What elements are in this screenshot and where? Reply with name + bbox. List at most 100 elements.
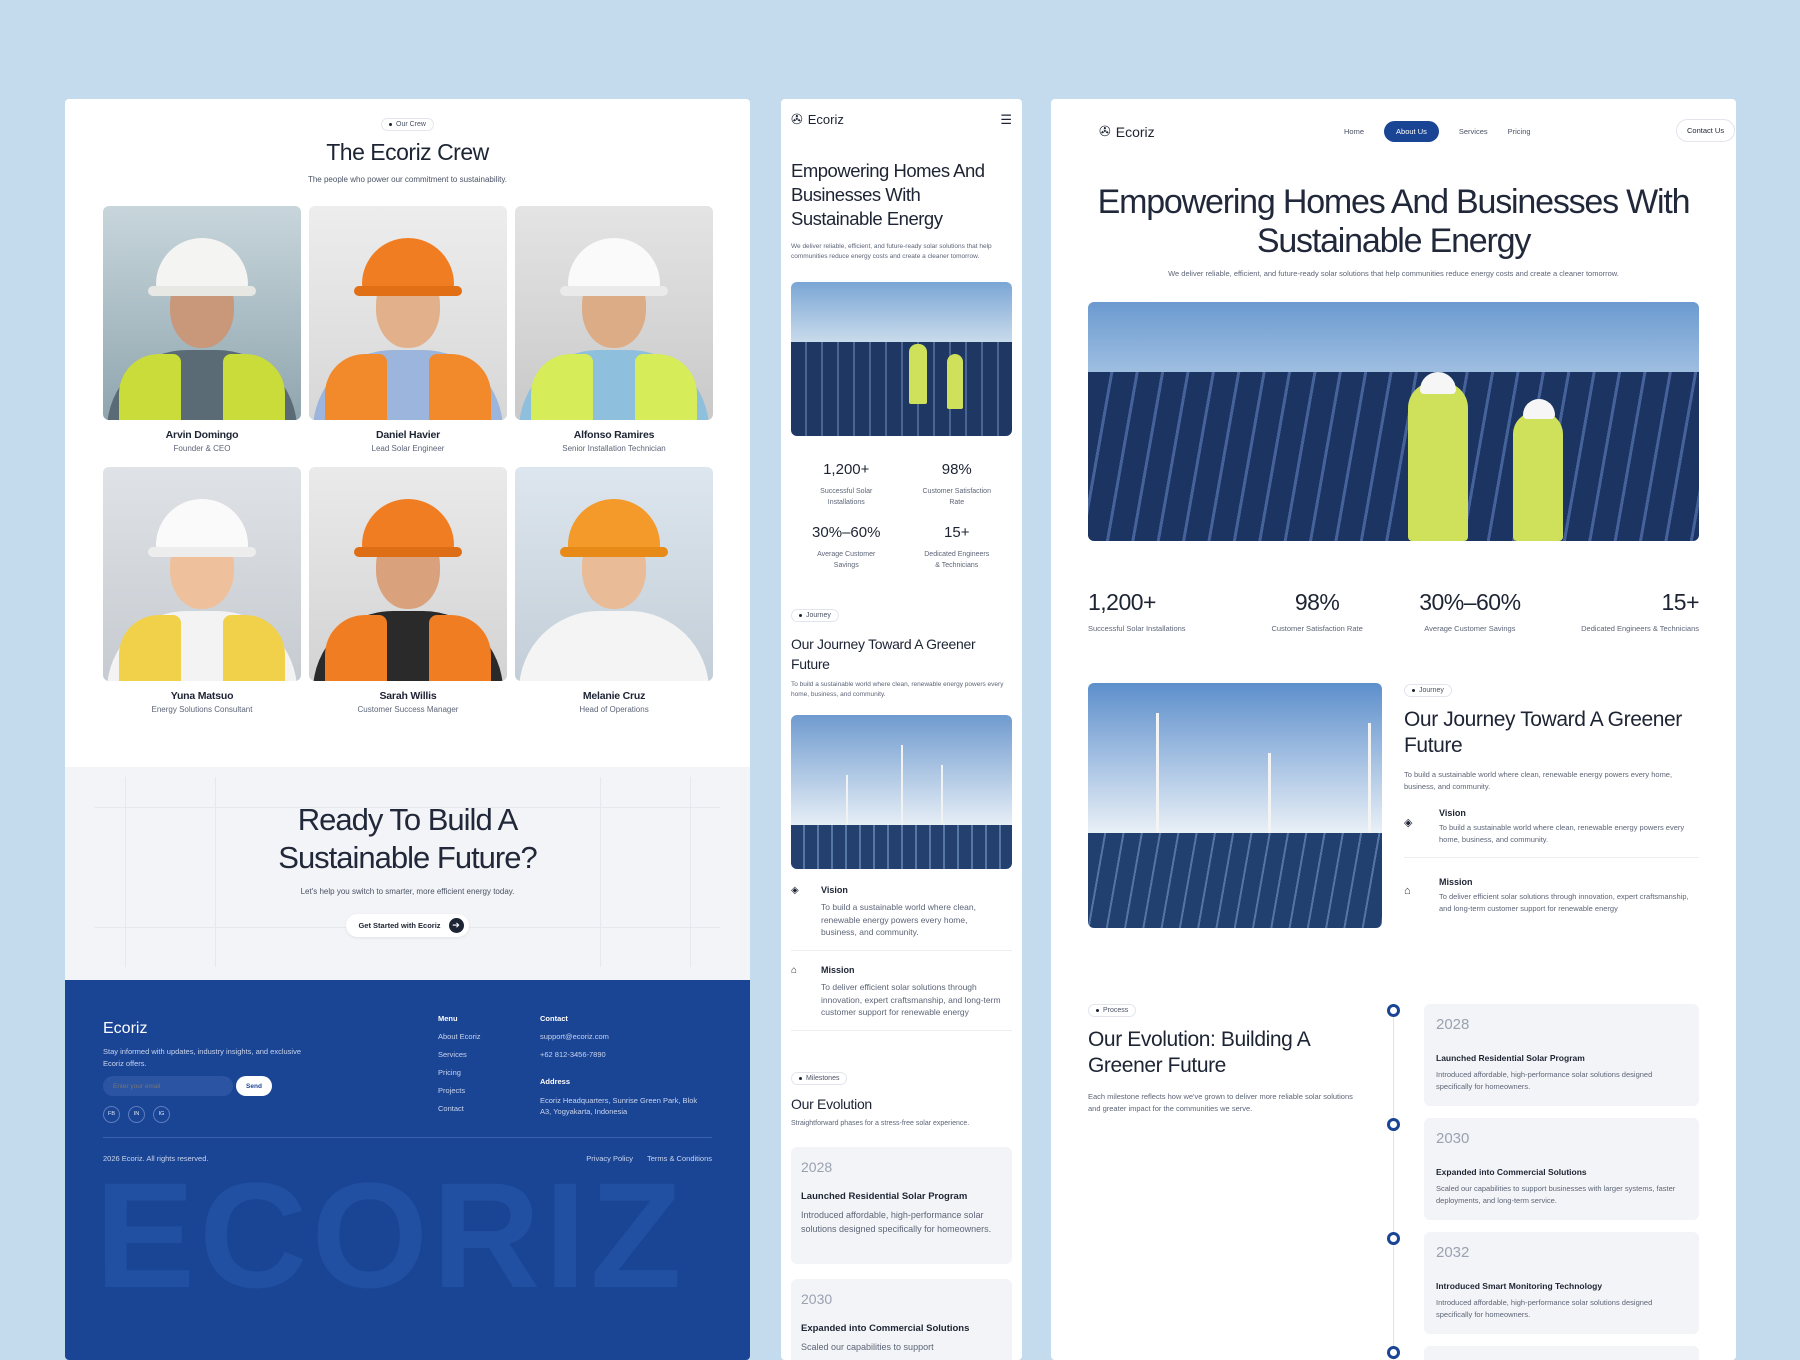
crew-pill-label: Our Crew <box>396 121 426 128</box>
timeline-year: 2032 <box>1436 1244 1470 1261</box>
target-icon: ◈ <box>791 885 799 896</box>
timeline-dot <box>1387 1346 1400 1359</box>
instagram-icon[interactable]: IG <box>153 1106 170 1123</box>
home-icon: ⌂ <box>791 965 798 976</box>
pill-dot <box>1412 689 1415 692</box>
stat-value: 1,200+ <box>1088 589 1156 615</box>
crew-member-card: Melanie Cruz Head of Operations <box>515 467 713 714</box>
journey-title: Our Journey Toward A Greener Future <box>791 636 976 672</box>
mission-text: To deliver efficient solar solutions thr… <box>821 982 1001 1017</box>
facebook-icon[interactable]: FB <box>103 1106 120 1123</box>
brand-logo[interactable]: ✇ Ecoriz <box>1099 123 1155 140</box>
timeline-text: Introduced affordable, high-performance … <box>1436 1070 1653 1091</box>
worker-figure <box>1513 412 1563 541</box>
nav-about-us[interactable]: About Us <box>1384 121 1439 142</box>
hero-subtitle: We deliver reliable, efficient, and futu… <box>791 243 992 260</box>
mission-block: ⌂ Mission To deliver efficient solar sol… <box>1404 877 1699 917</box>
contact-us-button[interactable]: Contact Us <box>1676 119 1736 142</box>
crew-member-card: Yuna Matsuo Energy Solutions Consultant <box>103 467 301 714</box>
turbine-tower <box>1268 753 1271 833</box>
worker-figure <box>1408 382 1468 541</box>
member-role: Energy Solutions Consultant <box>151 705 253 714</box>
journey-subtitle: To build a sustainable world where clean… <box>1404 770 1673 791</box>
stat-item: 30%–60% Average Customer Savings <box>1394 589 1547 633</box>
member-role: Customer Success Manager <box>357 705 459 714</box>
hero-subtitle: We deliver reliable, efficient, and futu… <box>1168 269 1619 278</box>
member-photo <box>103 467 301 681</box>
arrow-right-icon: ➔ <box>448 918 464 933</box>
timeline-year: 2030 <box>801 1291 833 1307</box>
timeline-year: 2028 <box>1436 1016 1470 1033</box>
evolution-title: Our Evolution <box>791 1096 872 1112</box>
footer-phone: +62 812-3456-7890 <box>540 1050 606 1059</box>
divider <box>1404 857 1699 858</box>
linkedin-icon[interactable]: IN <box>128 1106 145 1123</box>
timeline-title: Introduced Smart Monitoring Technology <box>1436 1281 1603 1291</box>
mission-title: Mission <box>1439 877 1473 887</box>
image-solar-panels <box>791 342 1012 436</box>
crew-page-panel: Our Crew The Ecoriz Crew The people who … <box>65 99 750 1360</box>
cta-section: Ready To Build A Sustainable Future? Let'… <box>65 767 750 980</box>
footer-link-about[interactable]: About Ecoriz <box>438 1032 481 1041</box>
hamburger-menu-icon[interactable]: ☰ <box>1000 112 1012 128</box>
timeline-dot <box>1387 1232 1400 1245</box>
brand-logo[interactable]: ✇ Ecoriz <box>791 111 844 128</box>
vision-text: To build a sustainable world where clean… <box>1439 823 1685 844</box>
hero-title: Empowering Homes And Businesses With Sus… <box>791 160 985 229</box>
member-vest-right <box>223 615 285 681</box>
cta-subtitle: Let's help you switch to smarter, more e… <box>300 887 515 896</box>
get-started-button[interactable]: Get Started with Ecoriz ➔ <box>346 914 469 937</box>
footer-contact: Contact support@ecoriz.com +62 812-3456-… <box>540 1014 710 1126</box>
stat-value: 1,200+ <box>823 461 870 478</box>
wind-turbines-image <box>1088 683 1382 928</box>
stat-label: Successful Solar Installations <box>1088 624 1186 633</box>
journey-title: Our Journey Toward A Greener Future <box>1404 708 1682 757</box>
hard-hat-brim <box>354 286 462 296</box>
nav-home[interactable]: Home <box>1344 127 1364 136</box>
pill-dot <box>1096 1009 1099 1012</box>
member-vest-right <box>635 354 697 420</box>
footer-link-projects[interactable]: Projects <box>438 1086 481 1095</box>
nav-pricing[interactable]: Pricing <box>1508 127 1531 136</box>
target-icon: ◈ <box>1404 817 1413 829</box>
stat-label: Customer Satisfaction Rate <box>1271 624 1363 633</box>
member-vest-left <box>325 615 387 681</box>
member-vest-right <box>223 354 285 420</box>
stat-item: 15+ Dedicated Engineers & Technicians <box>1546 589 1699 633</box>
pill-dot <box>389 123 393 126</box>
timeline-dot <box>1387 1004 1400 1017</box>
footer-description: Stay informed with updates, industry ins… <box>103 1047 302 1068</box>
timeline-card <box>1424 1346 1699 1360</box>
member-name: Sarah Willis <box>379 690 437 702</box>
mobile-about-panel: ✇ Ecoriz ☰ Empowering Homes And Businesse… <box>781 99 1022 1360</box>
newsletter-send-button[interactable]: Send <box>236 1076 272 1096</box>
footer-link-services[interactable]: Services <box>438 1050 481 1059</box>
stat-value: 98% <box>1294 589 1340 615</box>
timeline-title: Launched Residential Solar Program <box>801 1191 968 1202</box>
vision-title: Vision <box>821 885 848 895</box>
footer-divider <box>103 1137 712 1138</box>
timeline-card: 2028 Launched Residential Solar Program … <box>1424 1004 1699 1106</box>
process-pill-label: Process <box>1103 1007 1129 1014</box>
journey-pill: Journey <box>791 609 839 622</box>
newsletter-email-input[interactable] <box>103 1076 233 1096</box>
divider <box>791 1030 1012 1031</box>
timeline-card: 2030 Expanded into Commercial Solutions … <box>1424 1118 1699 1220</box>
stat-item: 98% Customer Satisfaction Rate <box>1241 589 1394 633</box>
nav-services[interactable]: Services <box>1459 127 1488 136</box>
timeline-text: Scaled our capabilities to support <box>801 1342 934 1352</box>
member-name: Daniel Havier <box>376 429 440 441</box>
member-photo <box>309 206 507 420</box>
member-photo <box>515 467 713 681</box>
footer-address-title: Address <box>540 1077 571 1086</box>
vision-block: ◈ Vision To build a sustainable world wh… <box>1404 808 1699 848</box>
footer-link-pricing[interactable]: Pricing <box>438 1068 481 1077</box>
footer-watermark: ECORIZ <box>95 1151 686 1319</box>
footer-brand: Ecoriz <box>103 1020 148 1037</box>
footer-link-contact[interactable]: Contact <box>438 1104 481 1113</box>
image-solar-panels <box>1088 372 1699 541</box>
nav-links: Home About Us Services Pricing <box>1344 121 1531 142</box>
footer-email[interactable]: support@ecoriz.com <box>540 1032 710 1041</box>
member-role: Head of Operations <box>579 705 649 714</box>
stat-label: Successful Solar Installations <box>820 488 873 506</box>
